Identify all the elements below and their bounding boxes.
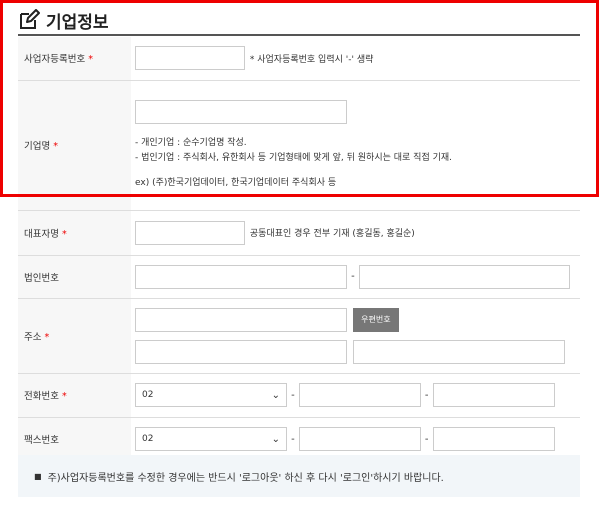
ceo-name-note: 공동대표인 경우 전부 기재 (홍길동, 홍길순) [249, 229, 415, 239]
chevron-down-icon: ⌄ [271, 433, 280, 445]
hint-corporate: - 법인기업 : 주식회사, 유한회사 등 기업형태에 맞게 앞, 뒤 원하시는… [135, 152, 453, 163]
label-ceo-name: 대표자명 * [18, 210, 131, 256]
label-phone: 전화번호 * [18, 373, 131, 418]
corp-number-separator: - [351, 271, 355, 282]
label-corp-number: 법인번호 [18, 255, 131, 299]
row-company-name: 기업명 * - 개인기업 : 순수기업명 작성. - 법인기업 : 주식회사, 유… [18, 80, 580, 211]
company-name-input[interactable] [135, 99, 347, 124]
section-title: 기업정보 [46, 12, 109, 33]
address-input-2[interactable] [352, 339, 565, 364]
edit-icon [18, 9, 40, 31]
chevron-down-icon: ⌄ [271, 389, 280, 401]
label-address: 주소 * [18, 298, 131, 374]
phone-separator-2: - [424, 389, 429, 401]
fax-separator-1: - [291, 433, 295, 445]
phone-separator-1: - [291, 389, 295, 401]
hint-individual: - 개인기업 : 순수기업명 작성. [135, 137, 247, 148]
biz-number-note: * 사업자등록번호 입력시 '-' 생략 [249, 54, 374, 65]
phone-area-select[interactable]: 02 ⌄ [135, 383, 287, 407]
corp-number-input-1[interactable] [135, 264, 347, 289]
row-phone: 전화번호 * 02 ⌄ - - [18, 373, 580, 418]
zipcode-search-button[interactable]: 우편번호 [352, 307, 399, 332]
company-info-form: 사업자등록번호 * * 사업자등록번호 입력시 '-' 생략 기업명 * - 개인기… [18, 37, 580, 462]
fax-separator-2: - [424, 433, 429, 445]
biz-number-input[interactable] [135, 46, 245, 71]
label-company-name: 기업명 * [18, 80, 131, 211]
fax-mid-input[interactable] [298, 427, 421, 451]
row-ceo-name: 대표자명 * 공동대표인 경우 전부 기재 (홍길동, 홍길순) [18, 210, 580, 256]
hint-example: ex) (주)한국기업데이터, 한국기업데이터 주식회사 등 [135, 177, 337, 188]
phone-last-input[interactable] [432, 383, 555, 407]
fax-area-select[interactable]: 02 ⌄ [135, 427, 287, 451]
row-biz-number: 사업자등록번호 * * 사업자등록번호 입력시 '-' 생략 [18, 37, 580, 81]
notice-text: 주)사업자등록번호를 수정한 경우에는 반드시 '로그아웃' 하신 후 다시 '… [47, 472, 444, 484]
bullet-icon: ■ [34, 471, 42, 481]
row-address: 주소 * 우편번호 [18, 298, 580, 374]
zipcode-input[interactable] [135, 307, 347, 332]
fax-last-input[interactable] [432, 427, 555, 451]
address-input-1[interactable] [135, 339, 347, 364]
phone-mid-input[interactable] [298, 383, 421, 407]
corp-number-input-2[interactable] [358, 264, 570, 289]
notice-box: ■ 주)사업자등록번호를 수정한 경우에는 반드시 '로그아웃' 하신 후 다시… [18, 455, 580, 497]
label-biz-number: 사업자등록번호 * [18, 37, 131, 81]
row-corp-number: 법인번호 - [18, 255, 580, 299]
ceo-name-input[interactable] [135, 220, 245, 245]
section-header: 기업정보 [18, 6, 580, 36]
